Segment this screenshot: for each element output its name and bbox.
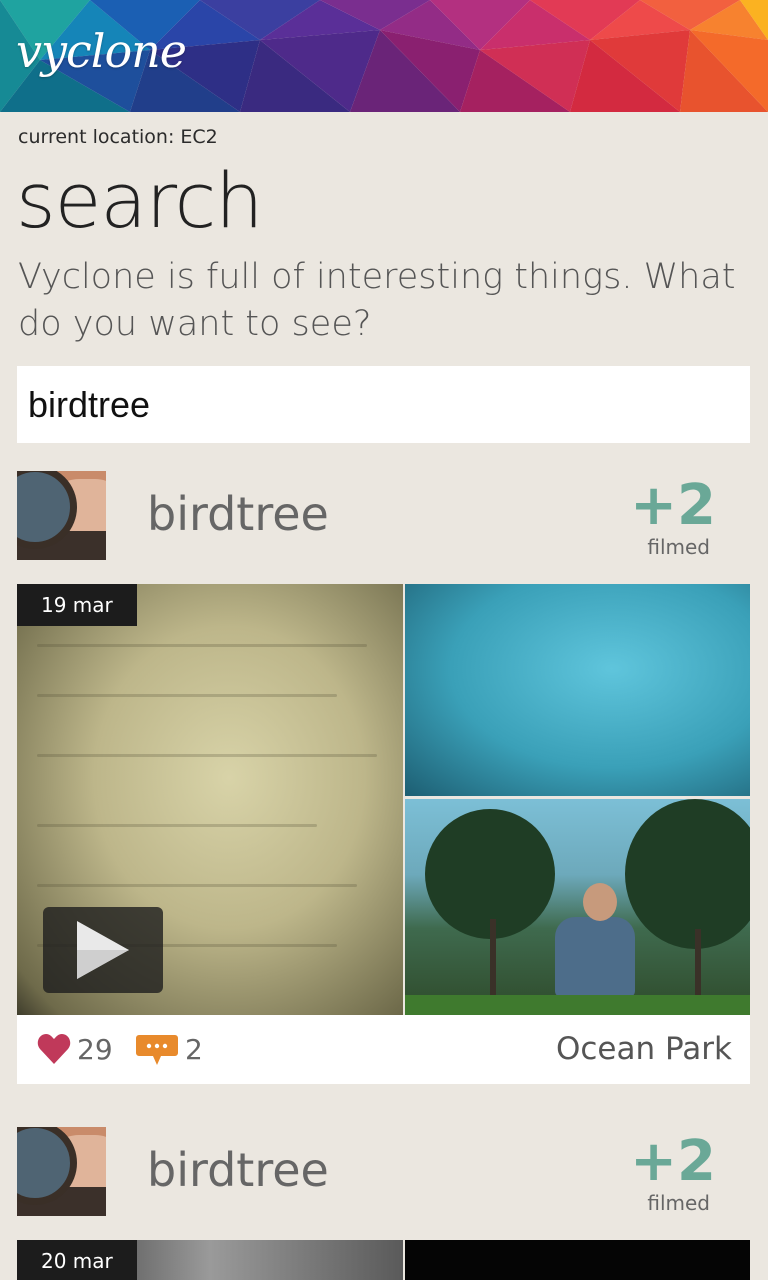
video-panel-right — [405, 1240, 750, 1280]
result-user-row[interactable]: birdtree +2 filmed — [17, 471, 750, 561]
filmed-count: +2 — [630, 473, 716, 538]
video-thumbnail[interactable]: 20 mar — [17, 1240, 750, 1280]
video-panel-sky — [405, 584, 750, 796]
page-description: Vyclone is full of interesting things. W… — [18, 257, 736, 344]
user-avatar[interactable] — [17, 1127, 106, 1216]
video-panel-park — [405, 799, 750, 1015]
filmed-label: filmed — [647, 1191, 710, 1215]
play-icon — [77, 921, 129, 979]
username[interactable]: birdtree — [147, 1143, 329, 1197]
current-location: current location: EC2 — [18, 126, 218, 148]
video-stats-bar: 29 2 Ocean Park — [17, 1015, 750, 1084]
filmed-label: filmed — [647, 535, 710, 559]
username[interactable]: birdtree — [147, 487, 329, 541]
likes-count: 29 — [77, 1033, 113, 1066]
app-logo: vyclone — [16, 24, 187, 78]
video-location[interactable]: Ocean Park — [556, 1031, 732, 1067]
comments-count: 2 — [185, 1033, 203, 1066]
search-input[interactable] — [17, 366, 750, 443]
video-date-badge: 19 mar — [17, 584, 137, 626]
filmed-count: +2 — [630, 1129, 716, 1194]
video-date-badge: 20 mar — [17, 1240, 137, 1280]
result-user-row[interactable]: birdtree +2 filmed — [17, 1127, 750, 1217]
page-title: search — [16, 156, 263, 245]
app-header: vyclone — [0, 0, 768, 112]
video-thumbnail[interactable]: 19 mar — [17, 584, 750, 1015]
play-button[interactable] — [43, 907, 163, 993]
comment-bubble-icon[interactable] — [135, 1033, 179, 1067]
user-avatar[interactable] — [17, 471, 106, 560]
heart-icon[interactable] — [37, 1033, 71, 1065]
